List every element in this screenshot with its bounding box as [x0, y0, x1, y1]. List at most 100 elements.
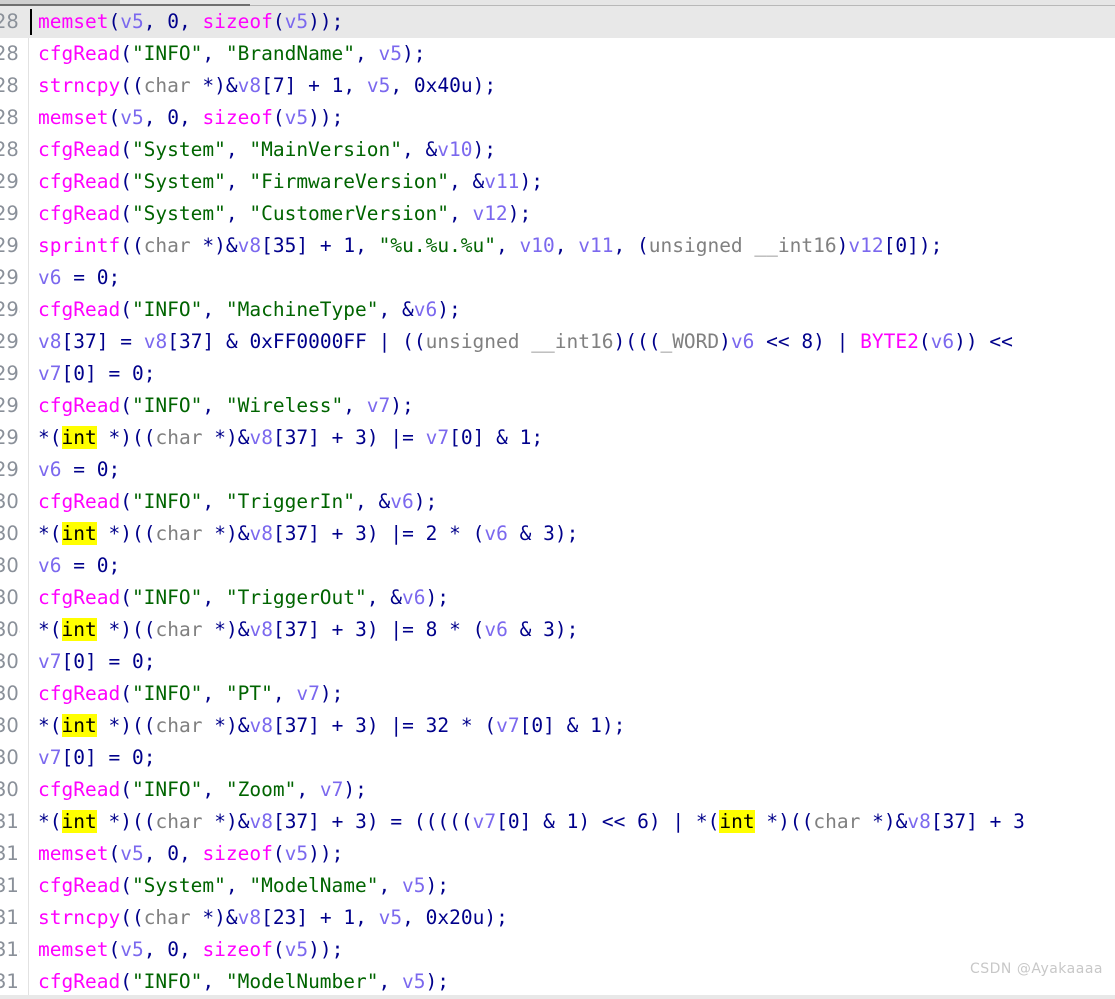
code-text[interactable]: memset(v5, 0, sizeof(v5));: [38, 6, 343, 38]
code-line[interactable]: 305 v7[0] = 0;: [0, 646, 1115, 678]
code-token: +: [331, 810, 344, 833]
code-text[interactable]: v6 = 0;: [38, 262, 120, 294]
code-line[interactable]: 309 cfgRead("INFO", "Zoom", v7);: [0, 774, 1115, 806]
code-line[interactable]: 292sprintf((char *)&v8[35] + 1, "%u.%u.%…: [0, 230, 1115, 262]
code-text[interactable]: v7[0] = 0;: [38, 646, 155, 678]
code-token: (: [636, 330, 649, 353]
code-line[interactable]: 294 cfgRead("INFO", "MachineType", &v6);: [0, 294, 1115, 326]
code-text[interactable]: cfgRead("System", "CustomerVersion", v12…: [38, 198, 531, 230]
code-text[interactable]: *(int *)((char *)&v8[37] + 3) |= 8 * (v6…: [38, 614, 578, 646]
code-line[interactable]: 285memset(v5, 0, sizeof(v5));: [0, 6, 1115, 38]
code-text[interactable]: sprintf((char *)&v8[35] + 1, "%u.%u.%u",…: [38, 230, 942, 262]
code-text[interactable]: memset(v5, 0, sizeof(v5));: [38, 838, 343, 870]
code-line[interactable]: 300 cfgRead("INFO", "TriggerIn", &v6);: [0, 486, 1115, 518]
code-token: |: [390, 618, 403, 641]
code-token: v12: [848, 234, 884, 257]
code-text[interactable]: cfgRead("INFO", "MachineType", &v6);: [38, 294, 461, 326]
code-line[interactable]: 314memset(v5, 0, sizeof(v5));: [0, 934, 1115, 966]
code-token: v7: [38, 362, 62, 385]
code-line[interactable]: 301 *(int *)((char *)&v8[37] + 3) |= 2 * …: [0, 518, 1115, 550]
code-text[interactable]: cfgRead("INFO", "BrandName", v5);: [38, 38, 426, 70]
code-token: "INFO": [131, 586, 203, 609]
code-token: unsigned: [648, 234, 743, 257]
code-token: char: [143, 906, 191, 929]
code-line[interactable]: 311memset(v5, 0, sizeof(v5));: [0, 838, 1115, 870]
code-line[interactable]: 288memset(v5, 0, sizeof(v5));: [0, 102, 1115, 134]
code-token: [: [883, 234, 896, 257]
code-text[interactable]: v7[0] = 0;: [38, 358, 155, 390]
code-token: (: [108, 938, 121, 961]
code-line[interactable]: 290 cfgRead("System", "FirmwareVersion", …: [0, 166, 1115, 198]
code-token: 0: [167, 10, 179, 33]
code-line[interactable]: 289 cfgRead("System", "MainVersion", &v10…: [0, 134, 1115, 166]
code-line[interactable]: 306 cfgRead("INFO", "PT", v7);: [0, 678, 1115, 710]
code-line[interactable]: 293 v6 = 0;: [0, 262, 1115, 294]
code-token: *: [38, 810, 50, 833]
code-token: [: [261, 74, 273, 97]
code-line[interactable]: 315 cfgRead("INFO", "ModelNumber", v5);: [0, 966, 1115, 998]
code-text[interactable]: memset(v5, 0, sizeof(v5));: [38, 102, 343, 134]
code-text[interactable]: cfgRead("INFO", "Zoom", v7);: [38, 774, 367, 806]
code-text[interactable]: v8[37] = v8[37] & 0xFF0000FF | ((unsigne…: [38, 326, 1013, 358]
code-line[interactable]: 298*(int *)((char *)&v8[37] + 3) |= v7[0…: [0, 422, 1115, 454]
code-text[interactable]: cfgRead("INFO", "TriggerIn", &v6);: [38, 486, 437, 518]
code-token: 0: [167, 842, 179, 865]
code-token: (: [120, 138, 132, 161]
code-text[interactable]: cfgRead("INFO", "ModelNumber", v5);: [38, 966, 449, 998]
code-line[interactable]: 310*(int *)((char *)&v8[37] + 3) = (((((…: [0, 806, 1115, 838]
code-text[interactable]: *(int *)((char *)&v8[37] + 3) = (((((v7[…: [38, 806, 1025, 838]
code-token: [: [272, 810, 285, 833]
code-line[interactable]: 303 cfgRead("INFO", "TriggerOut", &v6);: [0, 582, 1115, 614]
code-line[interactable]: 296 v7[0] = 0;: [0, 358, 1115, 390]
code-line[interactable]: 291 cfgRead("System", "CustomerVersion", …: [0, 198, 1115, 230]
code-text[interactable]: cfgRead("System", "FirmwareVersion", &v1…: [38, 166, 543, 198]
code-line[interactable]: 312 cfgRead("System", "ModelName", v5);: [0, 870, 1115, 902]
code-line[interactable]: 297 cfgRead("INFO", "Wireless", v7);: [0, 390, 1115, 422]
code-text[interactable]: cfgRead("INFO", "PT", v7);: [38, 678, 343, 710]
code-token: |: [390, 426, 403, 449]
code-token: ;: [613, 714, 626, 737]
code-token: int: [61, 426, 97, 449]
code-text[interactable]: memset(v5, 0, sizeof(v5));: [38, 934, 343, 966]
code-line[interactable]: 295v8[37] = v8[37] & 0xFF0000FF | ((unsi…: [0, 326, 1115, 358]
code-token: =: [402, 522, 414, 545]
code-token: v8: [249, 522, 273, 545]
code-token: ,: [378, 970, 391, 993]
code-token: ,: [343, 394, 356, 417]
code-editor-area[interactable]: 285memset(v5, 0, sizeof(v5));286cfgRead(…: [0, 6, 1115, 999]
code-text[interactable]: v6 = 0;: [38, 550, 120, 582]
code-text[interactable]: v7[0] = 0;: [38, 742, 155, 774]
code-token: ): [308, 938, 320, 961]
code-line[interactable]: 304*(int *)((char *)&v8[37] + 3) |= 8 * …: [0, 614, 1115, 646]
code-token: "CustomerVersion": [249, 202, 449, 225]
code-token: 0: [131, 746, 144, 769]
code-text[interactable]: *(int *)((char *)&v8[37] + 3) |= 2 * (v6…: [38, 518, 578, 550]
code-text[interactable]: v6 = 0;: [38, 454, 120, 486]
code-line[interactable]: 287strncpy((char *)&v8[7] + 1, v5, 0x40u…: [0, 70, 1115, 102]
code-token: <: [777, 330, 790, 353]
text-caret: [30, 9, 32, 35]
code-text[interactable]: *(int *)((char *)&v8[37] + 3) |= v7[0] &…: [38, 422, 543, 454]
code-text[interactable]: cfgRead("System", "MainVersion", &v10);: [38, 134, 496, 166]
code-token: (: [120, 394, 132, 417]
code-line[interactable]: 308 v7[0] = 0;: [0, 742, 1115, 774]
code-token: cfgRead: [38, 394, 121, 417]
code-text[interactable]: strncpy((char *)&v8[23] + 1, v5, 0x20u);: [38, 902, 508, 934]
code-line[interactable]: 286 cfgRead("INFO", "BrandName", v5);: [0, 38, 1115, 70]
code-token: (: [120, 970, 132, 993]
code-token: [: [61, 330, 74, 353]
code-line[interactable]: 307*(int *)((char *)&v8[37] + 3) |= 32 *…: [0, 710, 1115, 742]
code-token: (: [801, 810, 814, 833]
code-token: 0: [73, 650, 85, 673]
code-text[interactable]: strncpy((char *)&v8[7] + 1, v5, 0x40u);: [38, 70, 496, 102]
code-token: [: [61, 650, 74, 673]
code-text[interactable]: cfgRead("System", "ModelName", v5);: [38, 870, 449, 902]
code-token: memset: [38, 842, 109, 865]
code-text[interactable]: cfgRead("INFO", "TriggerOut", &v6);: [38, 582, 449, 614]
code-token: ): [601, 714, 614, 737]
code-line[interactable]: 302 v6 = 0;: [0, 550, 1115, 582]
code-text[interactable]: *(int *)((char *)&v8[37] + 3) |= 32 * (v…: [38, 710, 625, 742]
code-line[interactable]: 313strncpy((char *)&v8[23] + 1, v5, 0x20…: [0, 902, 1115, 934]
code-text[interactable]: cfgRead("INFO", "Wireless", v7);: [38, 390, 414, 422]
code-line[interactable]: 299 v6 = 0;: [0, 454, 1115, 486]
